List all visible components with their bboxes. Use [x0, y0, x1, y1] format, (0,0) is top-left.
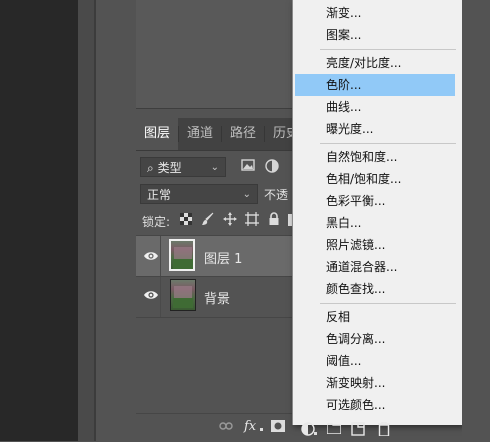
trash-icon[interactable]	[376, 421, 392, 438]
thumbnail-image-detail	[174, 286, 192, 298]
menu-item-gradient[interactable]: 渐变...	[292, 2, 462, 24]
row-column-divider	[160, 277, 161, 317]
menu-item-pattern[interactable]: 图案...	[292, 24, 462, 46]
tab-channels[interactable]: 通道	[179, 118, 221, 150]
opacity-label: 不透	[264, 188, 289, 202]
lock-transparent-pixels-icon[interactable]	[178, 213, 194, 229]
menu-item-invert[interactable]: 反相	[292, 306, 462, 328]
layer-filter-dropdown[interactable]: ⌕ 类型 ⌄	[140, 157, 226, 177]
layer-filter-label: 类型	[157, 161, 182, 175]
layers-panel-tabbar: 图层 通道 路径 历史	[136, 118, 292, 151]
menu-item-black-white[interactable]: 黑白...	[292, 212, 462, 234]
menu-item-channel-mixer[interactable]: 通道混合器...	[292, 256, 462, 278]
link-icon[interactable]	[218, 420, 234, 436]
adjustment-icon[interactable]	[300, 422, 316, 438]
blend-mode-value: 正常	[147, 188, 172, 202]
lock-image-pixels-icon[interactable]	[200, 212, 216, 228]
folder-icon[interactable]	[326, 422, 342, 438]
chevron-down-icon: ⌄	[210, 162, 219, 173]
menu-item-color-balance[interactable]: 色彩平衡...	[292, 190, 462, 212]
chevron-down-icon: ⌄	[242, 189, 251, 200]
row-column-divider	[160, 236, 161, 276]
lock-all-icon[interactable]	[266, 212, 282, 228]
fx-icon[interactable]: fx	[244, 419, 256, 434]
thumbnail-image-detail	[174, 247, 192, 259]
panel-gutter	[78, 0, 94, 441]
document-canvas-area	[0, 0, 78, 441]
thumbnail-image-detail	[173, 259, 193, 269]
menu-item-exposure[interactable]: 曝光度...	[292, 118, 462, 140]
tab-history[interactable]: 历史	[265, 118, 292, 150]
tab-layers[interactable]: 图层	[136, 118, 178, 150]
menu-item-selective-color[interactable]: 可选颜色...	[292, 394, 462, 416]
menu-item-color-lookup[interactable]: 颜色查找...	[292, 278, 462, 300]
menu-item-photo-filter[interactable]: 照片滤镜...	[292, 234, 462, 256]
layer-thumbnail[interactable]	[169, 239, 195, 271]
menu-item-hue-saturation[interactable]: 色相/饱和度...	[292, 168, 462, 190]
menu-item-posterize[interactable]: 色调分离...	[292, 328, 462, 350]
adjustment-filter-icon[interactable]	[264, 159, 280, 175]
layer-name[interactable]: 背景	[204, 288, 230, 307]
layer-row-background[interactable]: 背景	[136, 277, 292, 317]
eye-icon[interactable]	[143, 287, 159, 303]
tab-paths[interactable]: 路径	[222, 118, 264, 150]
thumbnail-image-detail	[173, 298, 193, 308]
mask-icon[interactable]	[270, 420, 286, 436]
new-layer-icon[interactable]	[350, 422, 366, 438]
search-icon: ⌕	[147, 161, 154, 175]
image-filter-icon[interactable]	[240, 159, 256, 175]
menu-separator	[320, 49, 456, 50]
menu-separator	[320, 303, 456, 304]
layer-row-layer1[interactable]: 图层 1	[136, 236, 292, 276]
properties-panel	[136, 0, 292, 109]
right-panel-strip	[462, 0, 490, 441]
row-divider	[136, 317, 292, 318]
lock-position-icon[interactable]	[222, 212, 238, 228]
menu-item-brightness-contrast[interactable]: 亮度/对比度...	[292, 52, 462, 74]
menu-item-curves[interactable]: 曲线...	[292, 96, 462, 118]
menu-separator	[320, 143, 456, 144]
eye-icon[interactable]	[143, 248, 159, 264]
lock-label: 锁定:	[142, 215, 171, 229]
fx-menu-indicator	[260, 428, 263, 431]
layer-name[interactable]: 图层 1	[204, 248, 242, 267]
menu-item-levels[interactable]: 色阶...	[295, 74, 455, 96]
menu-item-gradient-map[interactable]: 渐变映射...	[292, 372, 462, 394]
menu-item-vibrance[interactable]: 自然饱和度...	[292, 146, 462, 168]
layer-thumbnail[interactable]	[170, 279, 196, 311]
blend-mode-dropdown[interactable]: 正常 ⌄	[140, 184, 258, 204]
layers-bottom-toolbar: fx	[136, 413, 292, 442]
lock-artboard-icon[interactable]	[244, 212, 260, 228]
menu-item-threshold[interactable]: 阈值...	[292, 350, 462, 372]
adjustment-menu-indicator	[314, 432, 317, 435]
